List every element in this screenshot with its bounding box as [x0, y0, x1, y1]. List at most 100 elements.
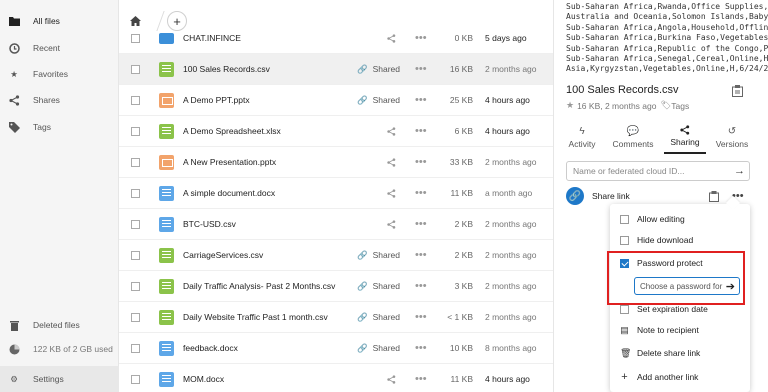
- more-options-icon[interactable]: •••: [415, 218, 427, 230]
- file-name[interactable]: Daily Website Traffic Past 1 month.csv: [183, 312, 353, 322]
- file-row[interactable]: 100 Sales Records.csv 🔗 Shared ••• 16 KB 2 mo…: [119, 54, 553, 85]
- tag-icon[interactable]: 🏷: [660, 100, 671, 111]
- file-name[interactable]: feedback.docx: [183, 343, 353, 353]
- more-options-icon[interactable]: •••: [415, 32, 427, 44]
- file-checkbox[interactable]: [131, 281, 140, 291]
- file-name[interactable]: A New Presentation.pptx: [183, 157, 353, 167]
- tab-versions[interactable]: ↺ Versions: [712, 120, 752, 154]
- more-options-icon[interactable]: •••: [415, 280, 427, 292]
- shared-indicator[interactable]: 🔗 Shared: [357, 95, 400, 106]
- tab-comments[interactable]: 💬 Comments: [608, 120, 658, 154]
- file-row[interactable]: Daily Website Traffic Past 1 month.csv 🔗 S…: [119, 302, 553, 333]
- more-options-icon[interactable]: •••: [415, 125, 427, 137]
- file-name[interactable]: CHAT.INFINCE: [183, 33, 353, 43]
- file-name[interactable]: A simple document.docx: [183, 188, 353, 198]
- arrow-right-icon[interactable]: ➔: [726, 280, 735, 293]
- share-with-input[interactable]: Name or federated cloud ID... →: [566, 161, 750, 181]
- file-name[interactable]: CarriageServices.csv: [183, 250, 353, 260]
- file-checkbox[interactable]: [131, 95, 140, 105]
- file-row[interactable]: feedback.docx 🔗 Shared ••• 10 KB 8 months ago: [119, 333, 553, 364]
- file-row[interactable]: CHAT.INFINCE ••• 0 KB 5 days ago: [119, 23, 553, 54]
- file-checkbox[interactable]: [131, 64, 140, 74]
- hide-download-checkbox[interactable]: [620, 235, 629, 245]
- spreadsheet-icon: [159, 247, 174, 263]
- arrow-right-icon[interactable]: →: [734, 165, 745, 177]
- file-checkbox[interactable]: [131, 126, 140, 136]
- tab-activity[interactable]: ϟ Activity: [564, 120, 600, 154]
- file-row[interactable]: Daily Traffic Analysis- Past 2 Months.cs…: [119, 271, 553, 302]
- allow-editing-option[interactable]: Allow editing: [610, 208, 750, 230]
- star-icon[interactable]: ★: [566, 100, 574, 111]
- share-icon[interactable]: [387, 374, 396, 384]
- more-options-icon[interactable]: •••: [415, 156, 427, 168]
- nav-recent[interactable]: Recent: [0, 35, 119, 61]
- file-checkbox[interactable]: [131, 312, 140, 322]
- nav-favorites[interactable]: ★ Favorites: [0, 61, 119, 87]
- nav-shares[interactable]: Shares: [0, 87, 119, 113]
- nav-all-files[interactable]: All files: [0, 8, 119, 34]
- more-options-icon[interactable]: •••: [415, 187, 427, 199]
- nav-tags[interactable]: Tags: [0, 114, 119, 140]
- more-options-icon[interactable]: •••: [415, 94, 427, 106]
- file-size: 33 KB: [449, 157, 473, 167]
- download-icon[interactable]: [732, 85, 743, 97]
- share-icon[interactable]: [387, 188, 396, 198]
- more-options-icon[interactable]: •••: [415, 373, 427, 385]
- file-name[interactable]: A Demo Spreadsheet.xlsx: [183, 126, 353, 136]
- share-icon[interactable]: [387, 219, 396, 229]
- file-checkbox[interactable]: [131, 157, 140, 167]
- nav-deleted-files[interactable]: Deleted files: [0, 312, 119, 338]
- share-icon[interactable]: [387, 126, 396, 136]
- file-checkbox[interactable]: [131, 33, 140, 43]
- more-options-icon[interactable]: •••: [415, 63, 427, 75]
- shared-label: Shared: [372, 64, 401, 74]
- file-name[interactable]: 100 Sales Records.csv: [183, 64, 353, 74]
- hide-download-option[interactable]: Hide download: [610, 229, 750, 251]
- file-name[interactable]: BTC-USD.csv: [183, 219, 353, 229]
- file-checkbox[interactable]: [131, 188, 140, 198]
- file-checkbox[interactable]: [131, 250, 140, 260]
- file-checkbox[interactable]: [131, 219, 140, 229]
- shared-indicator[interactable]: 🔗 Shared: [357, 250, 400, 261]
- more-options-icon[interactable]: •••: [415, 342, 427, 354]
- file-name[interactable]: Daily Traffic Analysis- Past 2 Months.cs…: [183, 281, 353, 291]
- file-modified: 4 hours ago: [485, 95, 530, 105]
- file-checkbox[interactable]: [131, 374, 140, 384]
- shared-indicator[interactable]: 🔗 Shared: [357, 343, 400, 354]
- link-icon: 🔗: [357, 311, 368, 322]
- nav-settings[interactable]: ⚙ Settings: [0, 366, 119, 392]
- file-row[interactable]: BTC-USD.csv ••• 2 KB 2 months ago: [119, 209, 553, 240]
- share-icon[interactable]: [387, 33, 396, 43]
- delete-link-label: Delete share link: [637, 348, 701, 358]
- set-expiration-checkbox[interactable]: [620, 304, 629, 314]
- link-icon: 🔗: [357, 63, 368, 74]
- trash-icon: 🗑: [620, 347, 632, 358]
- shared-indicator[interactable]: 🔗 Shared: [357, 64, 400, 75]
- file-row[interactable]: A Demo PPT.pptx 🔗 Shared ••• 25 KB 4 hours ag…: [119, 85, 553, 116]
- delete-share-link-option[interactable]: 🗑 Delete share link: [610, 342, 750, 364]
- more-options-icon[interactable]: •••: [415, 311, 427, 323]
- password-input[interactable]: Choose a password for ➔: [634, 277, 740, 295]
- file-modified: 2 months ago: [485, 250, 537, 260]
- note-to-recipient-option[interactable]: ▤ Note to recipient: [610, 319, 750, 341]
- share-icon[interactable]: [387, 157, 396, 167]
- allow-editing-checkbox[interactable]: [620, 214, 629, 224]
- file-name[interactable]: MOM.docx: [183, 374, 353, 384]
- shared-indicator[interactable]: 🔗 Shared: [357, 281, 400, 292]
- tab-sharing[interactable]: Sharing: [664, 120, 706, 154]
- file-row[interactable]: A New Presentation.pptx ••• 33 KB 2 months …: [119, 147, 553, 178]
- file-row[interactable]: A simple document.docx ••• 11 KB a month ag…: [119, 178, 553, 209]
- copy-icon[interactable]: [709, 190, 719, 202]
- link-icon: 🔗: [566, 187, 584, 205]
- details-tags-label[interactable]: Tags: [671, 101, 689, 111]
- app-navigation: All files Recent ★ Favorites Shares Tags…: [0, 0, 119, 392]
- add-another-link-option[interactable]: + Add another link: [610, 366, 750, 388]
- file-row[interactable]: CarriageServices.csv 🔗 Shared ••• 2 KB 2 mont…: [119, 240, 553, 271]
- more-options-icon[interactable]: •••: [415, 249, 427, 261]
- file-name[interactable]: A Demo PPT.pptx: [183, 95, 353, 105]
- file-checkbox[interactable]: [131, 343, 140, 353]
- shared-indicator[interactable]: 🔗 Shared: [357, 312, 400, 323]
- file-row[interactable]: MOM.docx ••• 11 KB 4 hours ago: [119, 364, 553, 392]
- file-row[interactable]: A Demo Spreadsheet.xlsx ••• 6 KB 4 hours ag…: [119, 116, 553, 147]
- file-size: 0 KB: [454, 33, 473, 43]
